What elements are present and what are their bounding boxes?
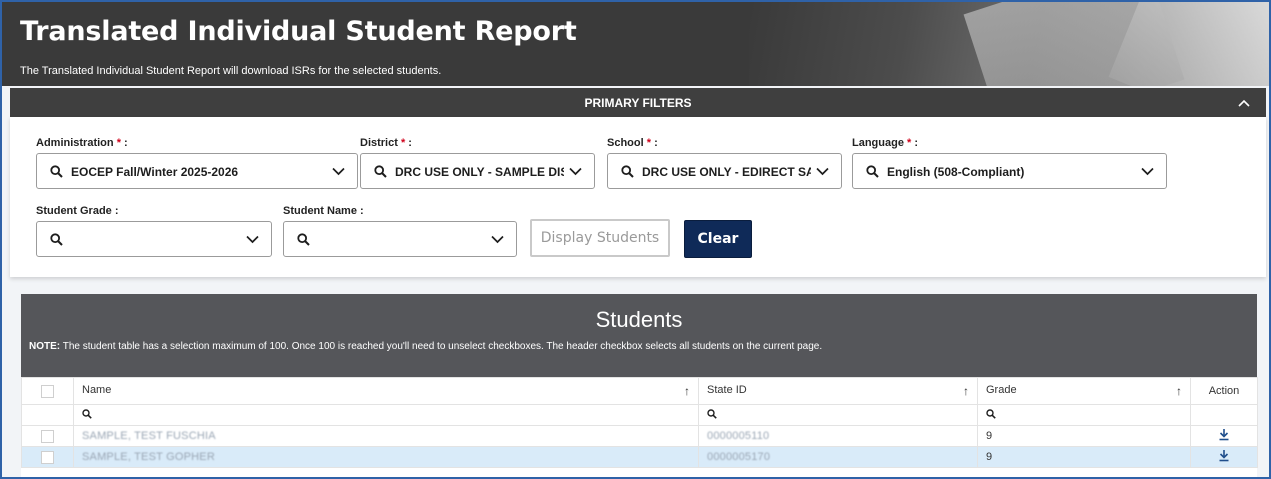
school-select[interactable]: DRC USE ONLY - EDIRECT SAM... <box>607 153 842 189</box>
clear-button[interactable]: Clear <box>684 220 752 258</box>
table-filter-row <box>21 404 1258 426</box>
primary-filters-bar[interactable]: PRIMARY FILTERS <box>10 88 1266 117</box>
page-title: Translated Individual Student Report <box>20 16 577 47</box>
student-name-select[interactable] <box>283 221 517 257</box>
district-label: District * : <box>360 137 412 149</box>
name-filter-input[interactable] <box>73 404 699 426</box>
sort-arrow-icon[interactable]: ↑ <box>684 384 690 398</box>
student-name-cell: SAMPLE, TEST GOPHER <box>73 446 699 468</box>
banner-background-image <box>749 2 1269 86</box>
display-students-button[interactable]: Display Students <box>530 219 670 257</box>
chevron-down-icon <box>246 235 259 244</box>
grade-filter-input[interactable] <box>977 404 1191 426</box>
students-section: Students NOTE: The student table has a s… <box>21 294 1258 477</box>
table-header-row: Name ↑ State ID ↑ Grade ↑ Action <box>21 377 1258 405</box>
language-select[interactable]: English (508-Compliant) <box>852 153 1167 189</box>
state-id-filter-input[interactable] <box>698 404 978 426</box>
district-select[interactable]: DRC USE ONLY - SAMPLE DIST... <box>360 153 595 189</box>
student-grade-select[interactable] <box>36 221 272 257</box>
student-name-cell: SAMPLE, TEST FUSCHIA <box>73 425 699 447</box>
grade-cell: 9 <box>977 446 1191 468</box>
chevron-down-icon <box>569 167 582 176</box>
school-label: School * : <box>607 137 658 149</box>
search-icon <box>82 408 92 419</box>
search-icon <box>374 165 387 178</box>
students-header: Students NOTE: The student table has a s… <box>21 294 1257 377</box>
students-table: Name ↑ State ID ↑ Grade ↑ Action SAMPLE,… <box>21 377 1258 468</box>
search-icon <box>297 233 310 246</box>
chevron-down-icon <box>816 167 829 176</box>
student-grade-label: Student Grade : <box>36 205 119 217</box>
chevron-down-icon <box>1141 167 1154 176</box>
state-id-cell: 0000005170 <box>698 446 978 468</box>
district-value: DRC USE ONLY - SAMPLE DIST... <box>395 165 564 179</box>
select-all-checkbox[interactable] <box>41 384 54 398</box>
administration-select[interactable]: EOCEP Fall/Winter 2025-2026 <box>36 153 358 189</box>
administration-label: Administration * : <box>36 137 128 149</box>
state-id-cell: 0000005110 <box>698 425 978 447</box>
chevron-down-icon <box>491 235 504 244</box>
search-icon <box>621 165 634 178</box>
row-checkbox[interactable] <box>41 429 54 443</box>
sort-arrow-icon[interactable]: ↑ <box>1176 384 1182 398</box>
download-icon[interactable] <box>1218 449 1230 462</box>
primary-filters-title: PRIMARY FILTERS <box>584 96 692 110</box>
student-name-label: Student Name : <box>283 205 364 217</box>
grade-cell: 9 <box>977 425 1191 447</box>
chevron-up-icon[interactable] <box>1236 95 1252 111</box>
column-header-state-id[interactable]: State ID ↑ <box>698 377 978 405</box>
filters-panel: Administration * : EOCEP Fall/Winter 202… <box>10 117 1266 277</box>
administration-value: EOCEP Fall/Winter 2025-2026 <box>71 165 239 179</box>
students-title: Students <box>595 307 683 332</box>
school-value: DRC USE ONLY - EDIRECT SAM... <box>642 165 811 179</box>
search-icon <box>50 233 63 246</box>
chevron-down-icon <box>332 167 345 176</box>
students-note: NOTE: The student table has a selection … <box>29 341 823 352</box>
column-header-grade[interactable]: Grade ↑ <box>977 377 1191 405</box>
page-header-banner: Translated Individual Student Report The… <box>2 2 1269 86</box>
sort-arrow-icon[interactable]: ↑ <box>963 384 969 398</box>
row-checkbox[interactable] <box>41 450 54 464</box>
search-icon <box>707 408 717 419</box>
page-frame: Translated Individual Student Report The… <box>0 0 1271 479</box>
table-row[interactable]: SAMPLE, TEST FUSCHIA 0000005110 9 <box>21 425 1258 447</box>
search-icon <box>50 165 63 178</box>
download-icon[interactable] <box>1218 428 1230 441</box>
search-icon <box>866 165 879 178</box>
table-row[interactable]: SAMPLE, TEST GOPHER 0000005170 9 <box>21 446 1258 468</box>
column-header-action: Action <box>1190 377 1258 405</box>
page-subtitle: The Translated Individual Student Report… <box>20 65 442 77</box>
column-header-name[interactable]: Name ↑ <box>73 377 699 405</box>
language-value: English (508-Compliant) <box>887 165 1025 179</box>
language-label: Language * : <box>852 137 919 149</box>
search-icon <box>986 408 996 419</box>
